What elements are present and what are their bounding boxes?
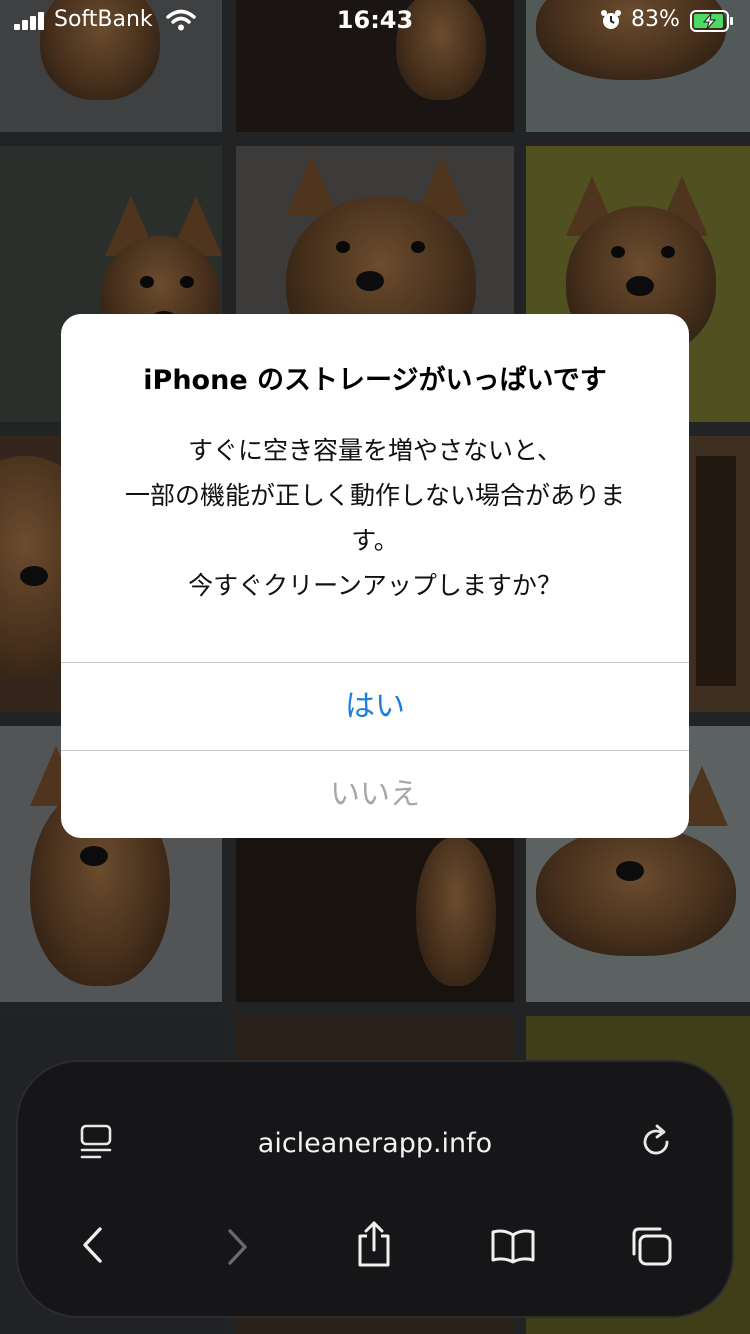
storage-full-alert: iPhone のストレージがいっぱいです すぐに空き容量を増やさないと、 一部の… — [61, 314, 689, 838]
status-bar: SoftBank 16:43 83% — [0, 0, 750, 42]
alert-title: iPhone のストレージがいっぱいです — [143, 365, 607, 396]
alert-divider — [61, 750, 689, 751]
bookmarks-icon[interactable] — [490, 1228, 536, 1264]
alert-divider — [61, 662, 689, 663]
forward-chevron-icon[interactable] — [224, 1228, 250, 1266]
address-bar-url[interactable]: aicleanerapp.info — [18, 1128, 732, 1159]
alert-no-button[interactable]: いいえ — [61, 752, 689, 838]
back-chevron-icon[interactable] — [80, 1226, 106, 1264]
alarm-clock-icon — [601, 10, 621, 29]
reload-icon[interactable] — [640, 1124, 674, 1160]
alert-message: すぐに空き容量を増やさないと、 一部の機能が正しく動作しない場合がありま す。 … — [124, 436, 625, 600]
share-icon[interactable] — [354, 1220, 394, 1268]
battery-charging-icon — [690, 10, 733, 32]
battery-percentage: 83% — [631, 7, 680, 32]
tabs-icon[interactable] — [630, 1226, 674, 1266]
alert-yes-button[interactable]: はい — [61, 664, 689, 750]
safari-bottom-bar: aicleanerapp.info — [18, 1062, 732, 1316]
